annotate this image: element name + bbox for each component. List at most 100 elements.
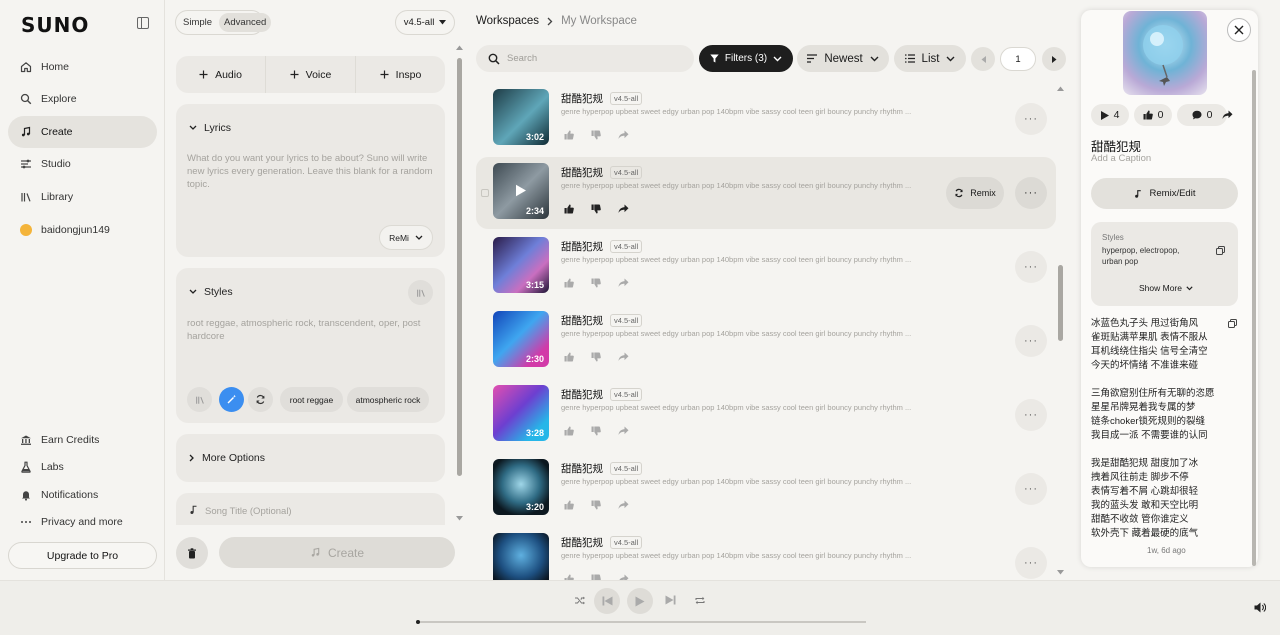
song-cover[interactable] [1123, 11, 1207, 95]
dislike-button[interactable] [586, 125, 606, 145]
copy-icon[interactable] [1228, 319, 1237, 328]
detail-scrollbar[interactable] [1252, 70, 1256, 566]
dislike-button[interactable] [586, 347, 606, 367]
scroll-up-icon[interactable] [1057, 86, 1064, 91]
create-panel-scrollbar[interactable] [457, 58, 462, 476]
song-thumbnail[interactable]: 3:15 [493, 237, 549, 293]
sidebar-item-profile[interactable]: baidongjun149 [8, 214, 157, 246]
sidebar-item-privacy[interactable]: Privacy and more [8, 506, 157, 538]
remix-button[interactable]: Remix [946, 177, 1004, 209]
view-button[interactable]: List [894, 45, 966, 72]
suno-logo[interactable]: SUNO [21, 13, 89, 37]
like-button[interactable] [559, 199, 579, 219]
more-options-button[interactable]: ··· [1015, 399, 1047, 431]
progress-track[interactable] [418, 621, 866, 623]
scroll-down-icon[interactable] [456, 516, 463, 521]
style-chip[interactable]: atmospheric rock [347, 387, 429, 412]
clear-button[interactable] [176, 537, 208, 569]
magic-wand-button[interactable] [219, 387, 244, 412]
row-checkbox[interactable] [481, 189, 489, 197]
song-title[interactable]: 甜酷犯规 [561, 387, 603, 402]
share-button[interactable] [613, 347, 633, 367]
share-button[interactable] [613, 421, 633, 441]
volume-icon[interactable] [1254, 602, 1266, 613]
like-button[interactable] [559, 495, 579, 515]
sidebar-item-library[interactable]: Library [8, 181, 157, 213]
song-title[interactable]: 甜酷犯规 [561, 165, 603, 180]
styles-input[interactable]: root reggae, atmospheric rock, transcend… [187, 317, 427, 343]
model-select[interactable]: v4.5-all [395, 10, 455, 35]
share-button[interactable] [613, 125, 633, 145]
page-number-input[interactable]: 1 [1000, 47, 1036, 71]
song-thumbnail[interactable]: 3:20 [493, 459, 549, 515]
sidebar-toggle-icon[interactable] [137, 17, 149, 29]
song-thumbnail[interactable]: 2:30 [493, 311, 549, 367]
dislike-button[interactable] [586, 199, 606, 219]
create-button[interactable]: Create [219, 537, 455, 568]
next-page-button[interactable] [1042, 47, 1066, 71]
shuffle-icon[interactable] [575, 596, 585, 605]
more-options-button[interactable]: ··· [1015, 325, 1047, 357]
song-row[interactable]: 3:28 甜酷犯规 v4.5-all genre hyperpop upbeat sw… [476, 379, 1056, 451]
dislike-button[interactable] [586, 421, 606, 441]
like-button[interactable]: 0 [1134, 104, 1172, 126]
skip-forward-icon[interactable] [665, 595, 676, 605]
filters-button[interactable]: Filters (3) [699, 45, 793, 72]
like-button[interactable] [559, 421, 579, 441]
progress-handle[interactable] [416, 620, 420, 624]
song-title[interactable]: 甜酷犯规 [561, 461, 603, 476]
sidebar-item-explore[interactable]: Explore [8, 83, 157, 115]
add-audio-button[interactable]: Audio [176, 56, 266, 93]
search-input[interactable]: Search [476, 45, 694, 72]
song-row[interactable]: 3:20 甜酷犯规 v4.5-all genre hyperpop upbeat sw… [476, 453, 1056, 525]
add-inspo-button[interactable]: Inspo [356, 56, 445, 93]
song-title[interactable]: 甜酷犯规 [561, 239, 603, 254]
share-button[interactable] [613, 199, 633, 219]
play-count-button[interactable]: 4 [1091, 104, 1129, 126]
like-button[interactable] [559, 273, 579, 293]
lyrics-header[interactable]: Lyrics [189, 122, 231, 134]
more-options-button[interactable]: ··· [1015, 177, 1047, 209]
song-title-input[interactable]: Song Title (Optional) [205, 505, 292, 518]
share-button[interactable] [1216, 104, 1238, 126]
styles-library-button[interactable] [408, 280, 433, 305]
mode-simple-tab[interactable]: Simple [178, 13, 217, 32]
style-chip[interactable]: root reggae [280, 387, 343, 412]
caption-input[interactable]: Add a Caption [1091, 153, 1151, 164]
scroll-down-icon[interactable] [1057, 570, 1064, 575]
prev-page-button[interactable] [971, 47, 995, 71]
remix-edit-button[interactable]: Remix/Edit [1091, 178, 1238, 209]
previous-button[interactable] [594, 588, 620, 614]
more-options-card[interactable]: More Options [176, 434, 445, 482]
song-title[interactable]: 甜酷犯规 [561, 535, 603, 550]
copy-icon[interactable] [1216, 246, 1225, 255]
remi-button[interactable]: ReMi [379, 225, 433, 250]
more-options-button[interactable]: ··· [1015, 251, 1047, 283]
song-row[interactable]: 2:34 甜酷犯规 v4.5-all genre hyperpop upbeat sw… [476, 157, 1056, 229]
show-more-button[interactable]: Show More [1139, 283, 1193, 293]
song-row[interactable]: 3:15 甜酷犯规 v4.5-all genre hyperpop upbeat sw… [476, 231, 1056, 303]
mode-advanced-tab[interactable]: Advanced [219, 13, 272, 32]
dislike-button[interactable] [586, 495, 606, 515]
style-library-button[interactable] [187, 387, 212, 412]
more-options-button[interactable]: ··· [1015, 473, 1047, 505]
share-button[interactable] [613, 495, 633, 515]
song-list-scrollbar[interactable] [1058, 265, 1063, 341]
share-button[interactable] [613, 273, 633, 293]
more-options-button[interactable]: ··· [1015, 103, 1047, 135]
sort-button[interactable]: Newest [797, 45, 889, 72]
song-title[interactable]: 甜酷犯规 [561, 313, 603, 328]
song-title[interactable]: 甜酷犯规 [561, 91, 603, 106]
sidebar-item-studio[interactable]: Studio [8, 148, 157, 180]
add-voice-button[interactable]: Voice [266, 56, 356, 93]
song-row[interactable]: 3:02 甜酷犯规 v4.5-all genre hyperpop upbeat sw… [476, 83, 1056, 155]
play-button[interactable] [627, 588, 653, 614]
scroll-up-icon[interactable] [456, 45, 463, 50]
shuffle-styles-button[interactable] [248, 387, 273, 412]
like-button[interactable] [559, 347, 579, 367]
dislike-button[interactable] [586, 273, 606, 293]
close-button[interactable] [1227, 18, 1251, 42]
repeat-icon[interactable] [695, 596, 705, 605]
upgrade-button[interactable]: Upgrade to Pro [8, 542, 157, 569]
song-row[interactable]: 2:30 甜酷犯规 v4.5-all genre hyperpop upbeat sw… [476, 305, 1056, 377]
